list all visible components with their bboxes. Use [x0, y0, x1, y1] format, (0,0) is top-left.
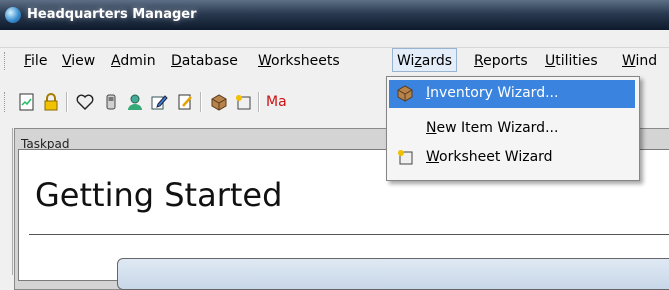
- toolbar-separator: [258, 92, 260, 112]
- report-icon[interactable]: [16, 91, 38, 113]
- window-title: Headquarters Manager: [27, 7, 197, 22]
- page-title: Getting Started: [35, 176, 283, 214]
- toolbar-separator: [66, 92, 68, 112]
- menu-reports[interactable]: Reports: [474, 53, 528, 69]
- customer-icon[interactable]: [124, 91, 146, 113]
- menu-utilities[interactable]: Utilities: [545, 53, 598, 69]
- worksheet-wizard-icon[interactable]: [232, 91, 254, 113]
- menu-grip[interactable]: [4, 52, 7, 70]
- menu-bar: File View Admin Database Worksheets Wiza…: [0, 47, 669, 74]
- wizards-dropdown-menu: Inventory Wizard... New Item Wizard... W…: [386, 76, 640, 181]
- left-frame: [0, 128, 13, 275]
- box-icon: [395, 84, 415, 104]
- title-bar: Headquarters Manager: [0, 0, 669, 30]
- menu-window[interactable]: Wind: [622, 53, 657, 69]
- worksheet-wizard-icon: [395, 148, 415, 168]
- menu-admin[interactable]: Admin: [111, 53, 156, 69]
- taskpad-panel: [117, 258, 669, 290]
- heart-icon[interactable]: [74, 91, 96, 113]
- toolbar-separator: [200, 92, 202, 112]
- divider: [29, 234, 669, 235]
- menu-item-inventory-wizard[interactable]: Inventory Wizard...: [389, 80, 635, 108]
- app-icon: [5, 7, 21, 23]
- menu-database[interactable]: Database: [171, 53, 238, 69]
- menu-wizards[interactable]: Wizards: [392, 48, 458, 72]
- lock-icon[interactable]: [40, 91, 62, 113]
- device-icon[interactable]: [100, 91, 122, 113]
- box-icon[interactable]: [208, 91, 230, 113]
- menu-item-new-item-wizard[interactable]: New Item Wizard...: [389, 115, 635, 143]
- menu-item-worksheet-wizard[interactable]: Worksheet Wizard: [389, 144, 635, 172]
- toolbar-grip[interactable]: [4, 92, 7, 112]
- menu-view[interactable]: View: [62, 53, 95, 69]
- menu-worksheets[interactable]: Worksheets: [258, 53, 340, 69]
- notepad-icon[interactable]: [174, 91, 196, 113]
- menu-file[interactable]: File: [24, 53, 47, 69]
- edit-icon[interactable]: [148, 91, 170, 113]
- toolbar-label[interactable]: Ma: [266, 94, 287, 110]
